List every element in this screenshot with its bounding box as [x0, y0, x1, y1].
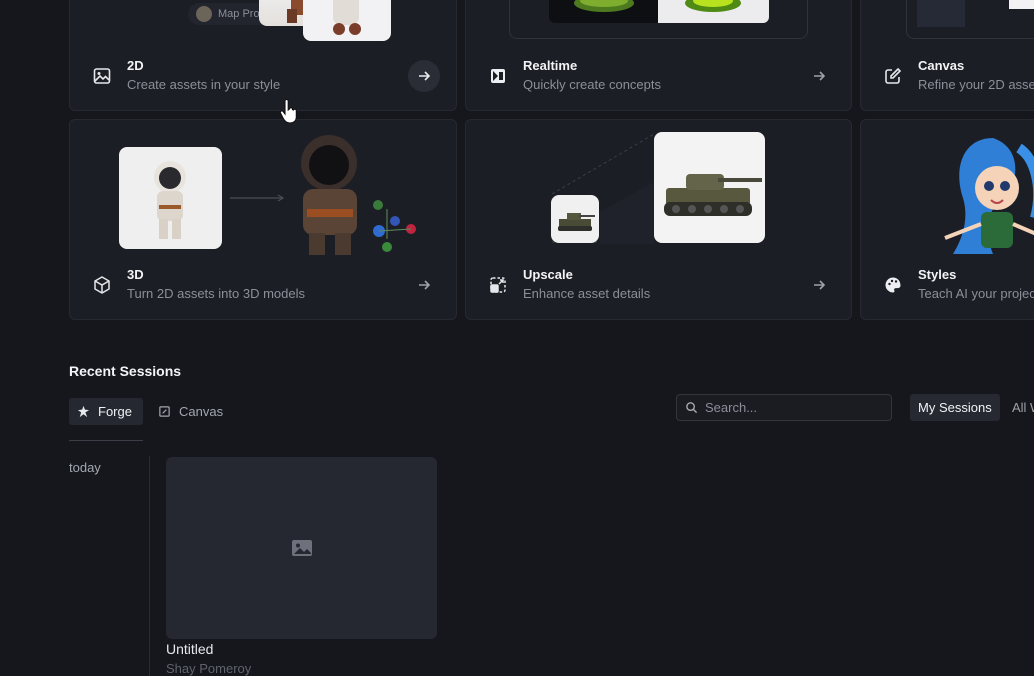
tab-canvas-label: Canvas: [179, 404, 224, 419]
arrow-right-icon[interactable]: [408, 59, 440, 92]
forge-icon: [77, 405, 90, 418]
character-figure-icon: [333, 0, 361, 35]
feature-card-2d-label-row: 2D Create assets in your style: [86, 57, 440, 94]
image-placeholder-icon: [291, 540, 312, 556]
arrow-right-icon[interactable]: [803, 269, 835, 301]
arrow-right-icon[interactable]: [408, 269, 440, 301]
palette-icon: [877, 269, 909, 301]
styles-character-preview: [944, 138, 1034, 254]
feature-card-2d[interactable]: Map Props 2D Create assets in your style: [69, 0, 457, 111]
tab-canvas[interactable]: Canvas: [150, 398, 231, 425]
feature-title: Upscale: [523, 267, 573, 282]
preview-image-2d-b: [303, 0, 391, 41]
feature-subtitle: Teach AI your project's style: [918, 286, 1034, 301]
tab-forge-label: Forge: [98, 404, 132, 419]
realtime-icon: [482, 60, 514, 92]
upscale-icon: [482, 269, 514, 301]
search-box[interactable]: [676, 394, 892, 421]
tank-small-icon: [558, 213, 595, 231]
tank-large-icon: [664, 174, 762, 216]
lilypad-render-icon: [685, 0, 741, 12]
search-input[interactable]: [705, 400, 885, 415]
feature-card-3d-label-row: 3D Turn 2D assets into 3D models: [86, 266, 440, 303]
filter-my-sessions[interactable]: My Sessions: [910, 394, 1000, 421]
realtime-preview-right: [658, 0, 769, 23]
image-icon: [86, 60, 118, 92]
tag-avatar-icon: [196, 6, 212, 22]
canvas-preview-block: [917, 0, 965, 27]
session-thumbnail[interactable]: [166, 457, 437, 639]
timeline-divider: [149, 456, 150, 676]
feature-subtitle: Refine your 2D assets: [918, 77, 1034, 92]
preview-image-upscale-large: [654, 132, 765, 243]
preview-image-3d-source: [119, 147, 222, 249]
feature-card-styles-label-row: Styles Teach AI your project's style: [877, 266, 1034, 303]
app-page: Map Props 2D Create assets in your style: [0, 0, 1034, 676]
filter-all-work-label: All Work: [1012, 400, 1034, 415]
lilypad-icon: [574, 0, 634, 12]
astronaut-3d-render: [301, 135, 416, 255]
feature-subtitle: Create assets in your style: [127, 77, 281, 92]
arrow-right-icon[interactable]: [803, 60, 835, 92]
group-label-today: today: [69, 460, 101, 475]
astronaut-icon: [154, 161, 186, 239]
feature-card-canvas[interactable]: Canvas Refine your 2D assets: [860, 0, 1034, 111]
edit-icon: [877, 60, 909, 92]
feature-card-styles[interactable]: Styles Teach AI your project's style: [860, 119, 1034, 320]
recent-sessions-title: Recent Sessions: [69, 363, 182, 379]
tab-divider: [69, 440, 143, 441]
session-title[interactable]: Untitled: [166, 641, 213, 657]
feature-subtitle: Turn 2D assets into 3D models: [127, 286, 305, 301]
feature-title: Styles: [918, 267, 957, 282]
preview-image-upscale-small: [551, 195, 599, 243]
feature-card-canvas-label-row: Canvas Refine your 2D assets: [877, 57, 1034, 94]
hand-cursor-icon: [279, 99, 297, 124]
feature-title: Canvas: [918, 58, 965, 73]
filter-my-sessions-label: My Sessions: [918, 400, 992, 415]
cube-icon: [86, 269, 118, 301]
feature-title: Realtime: [523, 58, 578, 73]
feature-card-upscale-label-row: Upscale Enhance asset details: [482, 266, 835, 303]
feature-card-3d[interactable]: 3D Turn 2D assets into 3D models: [69, 119, 457, 320]
session-author: Shay Pomeroy: [166, 661, 252, 676]
search-icon: [686, 402, 698, 414]
tab-forge[interactable]: Forge: [69, 398, 143, 425]
feature-title: 3D: [127, 267, 144, 282]
filter-all-work[interactable]: All Work: [1004, 394, 1034, 421]
realtime-preview-left: [549, 0, 659, 23]
feature-card-realtime[interactable]: Realtime Quickly create concepts: [465, 0, 852, 111]
feature-card-realtime-label-row: Realtime Quickly create concepts: [482, 57, 835, 94]
feature-card-upscale[interactable]: Upscale Enhance asset details: [465, 119, 852, 320]
feature-subtitle: Quickly create concepts: [523, 77, 662, 92]
canvas-preview-white: [1009, 0, 1034, 9]
feature-title: 2D: [127, 58, 144, 73]
canvas-edit-icon: [159, 406, 170, 417]
feature-subtitle: Enhance asset details: [523, 286, 651, 301]
